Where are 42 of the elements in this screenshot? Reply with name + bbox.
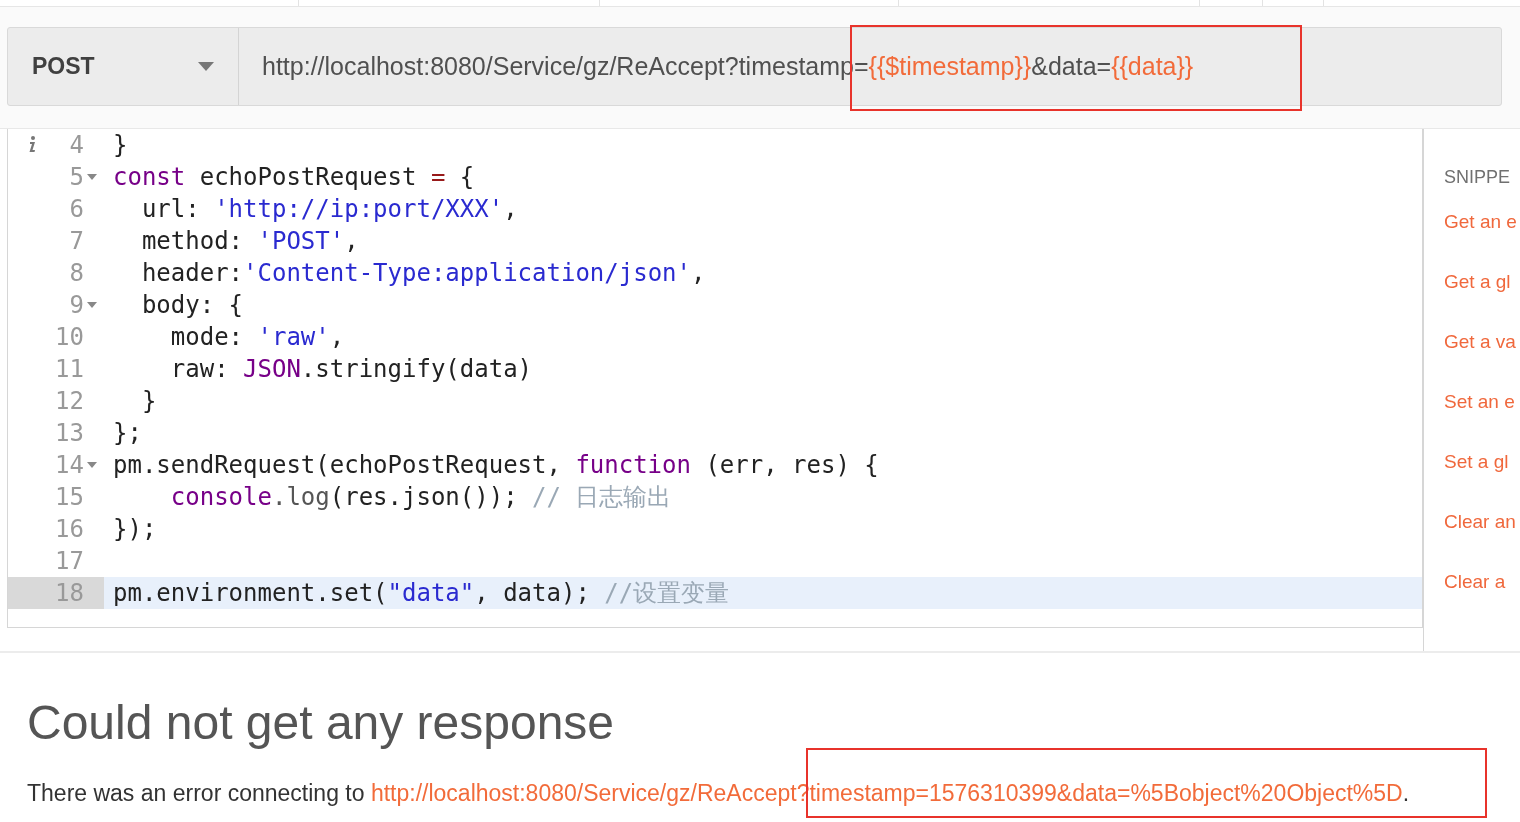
code-line: const echoPostRequest = { [112,163,475,191]
snippet-link[interactable]: Set a gl [1444,451,1520,511]
code-line: } [140,387,157,415]
code-line: body: { [140,291,244,319]
code-line: url: 'http://ip:port/XXX', [140,195,518,223]
line-number: 6 [69,195,84,223]
snippet-link[interactable]: Set an e [1444,391,1520,451]
line-number: 8 [69,259,84,287]
response-title: Could not get any response [27,695,616,750]
snippet-link[interactable]: Get a gl [1444,271,1520,331]
snippet-link[interactable]: Clear an [1444,511,1520,571]
line-number: 15 [55,483,84,511]
line-number: 18 [55,579,84,607]
code-line: pm.environment.set("data", data); //设置变量 [112,578,730,609]
line-number: 16 [55,515,84,543]
snippets-heading: SNIPPE [1444,167,1512,189]
code-line: header:'Content-Type:application/json', [140,259,706,287]
line-number: 9 [69,291,84,319]
code-line: console.log(res.json()); // 日志输出 [169,482,672,513]
line-number: 10 [55,323,84,351]
snippet-link[interactable]: Get an e [1444,211,1520,271]
code-line: }; [112,419,142,447]
code-line: }); [112,515,157,543]
fold-caret-icon[interactable] [87,462,97,468]
line-number: 13 [55,419,84,447]
code-editor[interactable] [7,129,1423,628]
code-line: raw: JSON.stringify(data) [169,355,533,383]
code-line: mode: 'raw', [169,323,345,351]
snippet-link[interactable]: Get a va [1444,331,1520,391]
snippet-link[interactable]: Clear a [1444,571,1520,631]
line-number: 11 [55,355,84,383]
line-number: 7 [69,227,84,255]
line-number: 4 [69,131,84,159]
code-line: } [112,131,128,159]
line-number: 14 [55,451,84,479]
code-line: method: 'POST', [140,227,359,255]
fold-caret-icon[interactable] [87,174,97,180]
line-number: 5 [69,163,84,191]
line-number: 17 [55,547,84,575]
fold-caret-icon[interactable] [87,302,97,308]
code-line: pm.sendRequest(echoPostRequest, function (err, res) { [112,451,879,479]
line-number: 12 [55,387,84,415]
